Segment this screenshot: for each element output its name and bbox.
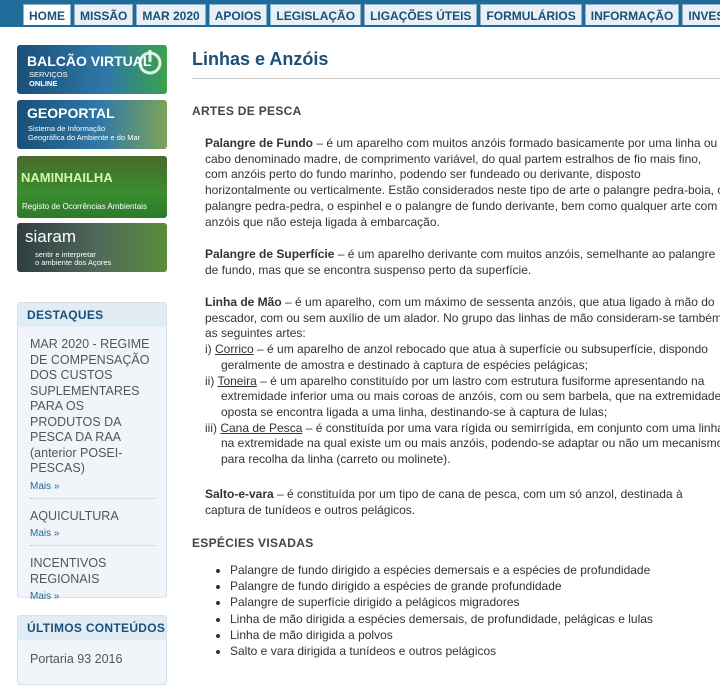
banner-title: siaram	[25, 227, 77, 246]
ultimos-conteudos-box: ÚLTIMOS CONTEÚDOS Portaria 93 2016	[17, 615, 167, 685]
banner-title: GEOPORTAL	[27, 105, 115, 121]
subitem-prefix: ii)	[205, 373, 218, 388]
destaques-heading: DESTAQUES	[18, 303, 166, 327]
tab-legislacao[interactable]: LEGISLAÇÃO	[270, 4, 362, 25]
banner-title: NAMINHAILHA	[21, 170, 113, 185]
list-item: Palangre de superfície dirigido a pelági…	[230, 594, 653, 610]
subitem-prefix: i)	[205, 342, 215, 357]
ultimos-heading: ÚLTIMOS CONTEÚDOS	[18, 616, 166, 640]
banner-subtitle: Sistema de Informação	[28, 124, 106, 133]
term: Palangre de Fundo	[205, 136, 314, 150]
paragraph-salto-e-vara: Salto-e-vara – é constituída por um tipo…	[205, 487, 720, 518]
tab-apoios[interactable]: APOIOS	[208, 4, 268, 25]
paragraph-palangre-fundo: Palangre de Fundo – é um aparelho com mu…	[205, 136, 720, 230]
tab-ligacoes-uteis[interactable]: LIGAÇÕES ÚTEIS	[364, 4, 478, 25]
term: Toneira	[217, 373, 257, 388]
banner-subtitle: SERVIÇOS	[29, 70, 68, 79]
term: Cana de Pesca	[220, 420, 303, 435]
banner-subtitle: ONLINE	[29, 79, 58, 88]
destaque-title[interactable]: AQUICULTURA	[30, 509, 156, 525]
naminhailha-banner[interactable]: NAMINHAILHA Registo de Ocorrências Ambie…	[17, 156, 167, 218]
section-heading-especies: ESPÉCIES VISADAS	[192, 536, 314, 550]
list-item: Salto e vara dirigida a tunídeos e outro…	[230, 643, 653, 659]
power-icon	[138, 50, 162, 75]
destaque-title[interactable]: INCENTIVOS REGIONAIS	[30, 556, 156, 587]
geoportal-banner[interactable]: GEOPORTAL Sistema de Informação Geográfi…	[17, 100, 167, 149]
term: Palangre de Superfície	[205, 247, 335, 261]
subitem-toneira: ii) Toneira – é um aparelho constituído …	[205, 374, 720, 421]
term: Salto-e-vara	[205, 487, 274, 501]
balcao-virtual-banner[interactable]: BALCÃO VIRTUAL SERVIÇOS ONLINE	[17, 45, 167, 94]
list-item: AQUICULTURA Mais »	[30, 499, 156, 546]
destaques-box: DESTAQUES MAR 2020 - REGIME DE COMPENSAÇ…	[17, 302, 167, 602]
siaram-banner[interactable]: siaram sentir e interpretar o ambiente d…	[17, 223, 167, 272]
banner-subtitle: Geográfica do Ambiente e do Mar	[28, 133, 141, 142]
tab-formularios[interactable]: FORMULÁRIOS	[480, 4, 582, 25]
nav-tabs: HOME MISSÃO MAR 2020 APOIOS LEGISLAÇÃO L…	[23, 4, 720, 25]
tab-investigacao[interactable]: INVESTIGAÇÃO	[682, 4, 720, 25]
list-item: Linha de mão dirigida a espécies demersa…	[230, 611, 653, 627]
list-item: INCENTIVOS REGIONAIS Mais »	[30, 546, 156, 608]
tab-home[interactable]: HOME	[23, 4, 71, 25]
paragraph-linha-de-mao: Linha de Mão – é um aparelho, com um máx…	[205, 295, 720, 468]
list-item: MAR 2020 - REGIME DE COMPENSAÇÃO DOS CUS…	[30, 327, 156, 499]
destaque-title[interactable]: MAR 2020 - REGIME DE COMPENSAÇÃO DOS CUS…	[30, 337, 156, 477]
more-link[interactable]: Mais »	[30, 481, 156, 492]
list-item: Palangre de fundo dirigido a espécies de…	[230, 562, 653, 578]
banner-title: BALCÃO VIRTUAL	[27, 53, 152, 69]
term: Linha de Mão	[205, 295, 282, 309]
definition: – é um aparelho, com um máximo de sessen…	[205, 295, 720, 341]
banner-subtitle: Registo de Ocorrências Ambientais	[22, 202, 147, 211]
definition: – é constituída por um tipo de cana de p…	[205, 487, 683, 517]
ultimo-conteudo-link[interactable]: Portaria 93 2016	[30, 652, 166, 668]
section-heading-artes: ARTES DE PESCA	[192, 104, 302, 118]
tab-missao[interactable]: MISSÃO	[74, 4, 134, 25]
paragraph-palangre-superficie: Palangre de Superfície – é um aparelho d…	[205, 247, 720, 278]
definition: – é um aparelho de anzol rebocado que at…	[221, 342, 708, 372]
page-title: Linhas e Anzóis	[192, 49, 329, 69]
species-list: Palangre de fundo dirigido a espécies de…	[214, 562, 653, 659]
more-link[interactable]: Mais »	[30, 528, 156, 539]
term: Corrico	[215, 342, 254, 357]
tab-informacao[interactable]: INFORMAÇÃO	[584, 4, 680, 25]
subitem-prefix: iii)	[205, 420, 221, 435]
definition: – é um aparelho constituído por um lastr…	[221, 373, 720, 419]
list-item: Palangre de fundo dirigido a espécies de…	[230, 578, 653, 594]
more-link[interactable]: Mais »	[30, 591, 156, 602]
subitem-cana-de-pesca: iii) Cana de Pesca – é constituída por u…	[205, 421, 720, 468]
left-sidebar: BALCÃO VIRTUAL SERVIÇOS ONLINE GEOPORTAL…	[0, 27, 178, 685]
list-item: Linha de mão dirigida a polvos	[230, 627, 653, 643]
banner-subtitle: o ambiente dos Açores	[35, 258, 112, 267]
title-divider	[192, 78, 720, 79]
subitem-corrico: i) Corrico – é um aparelho de anzol rebo…	[205, 342, 720, 373]
top-navigation: HOME MISSÃO MAR 2020 APOIOS LEGISLAÇÃO L…	[0, 0, 720, 27]
tab-mar-2020[interactable]: MAR 2020	[136, 4, 206, 25]
